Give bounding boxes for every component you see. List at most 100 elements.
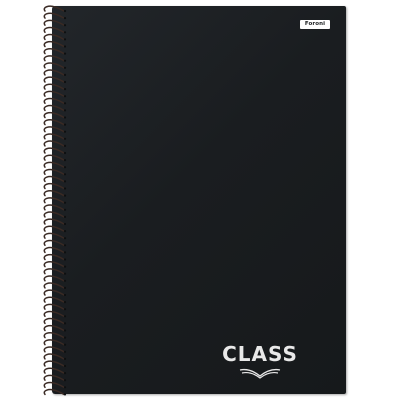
spiral-coil: [43, 133, 65, 140]
spiral-coil: [43, 19, 65, 26]
binding-hole: [63, 88, 67, 91]
binding-hole: [63, 350, 67, 353]
spiral-coil: [43, 154, 65, 161]
binding-hole: [63, 31, 67, 34]
spiral-coil: [43, 296, 65, 303]
binding-hole: [63, 379, 67, 382]
spiral-coil: [43, 324, 65, 332]
binding-hole: [63, 144, 67, 147]
binding-hole: [63, 336, 67, 339]
spiral-coil: [43, 190, 65, 197]
binding-hole: [63, 180, 67, 183]
spiral-coil: [43, 374, 65, 381]
spiral-coil: [43, 268, 65, 275]
open-book-icon: [239, 368, 281, 379]
spiral-coil: [43, 161, 65, 168]
spiral-coil: [43, 239, 65, 247]
spiral-coil: [43, 90, 65, 97]
binding-hole: [63, 102, 67, 105]
notebook-cover: Foroni: [52, 6, 346, 394]
spiral-coil: [43, 104, 65, 112]
spiral-coil: [43, 261, 65, 268]
spiral-coil: [43, 381, 65, 389]
spiral-coil: [43, 339, 65, 346]
spiral-coil: [43, 332, 65, 339]
spiral-coil: [43, 367, 65, 374]
binding-hole: [63, 38, 67, 41]
spiral-coil: [43, 360, 65, 367]
binding-hole: [63, 116, 67, 119]
spiral-coil: [43, 97, 65, 105]
binding-hole: [63, 393, 67, 396]
binding-hole: [63, 173, 67, 176]
spiral-coil: [43, 182, 65, 190]
binding-hole: [63, 286, 67, 289]
spiral-coil: [43, 40, 65, 48]
binding-hole: [63, 265, 67, 268]
spiral-coil: [43, 83, 65, 90]
binding-hole: [63, 59, 67, 62]
binding-hole: [63, 222, 67, 226]
spiral-coil: [43, 225, 65, 232]
spiral-coil: [43, 353, 65, 360]
spiral-coil: [43, 140, 65, 147]
binding-hole: [63, 208, 67, 211]
spiral-coil: [43, 388, 65, 396]
spiral-coil: [43, 310, 65, 318]
spiral-coil: [43, 303, 65, 310]
spiral-binding: [43, 5, 67, 396]
binding-hole: [63, 201, 67, 204]
binding-hole: [63, 24, 67, 27]
binding-hole: [63, 66, 67, 69]
cover-title: CLASS: [222, 342, 298, 366]
spiral-coil: [43, 147, 65, 154]
binding-hole: [63, 272, 67, 275]
binding-hole: [63, 357, 67, 360]
binding-hole: [63, 364, 67, 368]
spiral-coil: [43, 119, 65, 126]
spiral-coil: [43, 126, 65, 133]
binding-hole: [63, 301, 67, 304]
binding-hole: [63, 343, 67, 346]
binding-hole: [63, 80, 67, 84]
binding-hole: [63, 166, 67, 169]
spiral-coil: [43, 246, 65, 254]
binding-hole: [63, 215, 67, 218]
binding-hole: [63, 187, 67, 190]
spiral-coil: [43, 232, 65, 239]
brand-logo: Foroni: [300, 20, 330, 29]
binding-hole: [63, 52, 67, 55]
binding-hole: [63, 251, 67, 254]
spiral-coil: [43, 76, 65, 83]
binding-hole: [63, 279, 67, 282]
spiral-coil: [43, 62, 65, 69]
binding-hole: [63, 73, 67, 76]
spiral-coil: [43, 12, 65, 19]
spiral-coil: [43, 48, 65, 55]
binding-hole: [63, 329, 67, 332]
spiral-coil: [43, 204, 65, 211]
spiral-coil: [43, 33, 65, 41]
spiral-coil: [43, 168, 65, 176]
binding-hole: [63, 137, 67, 140]
binding-hole: [63, 159, 67, 162]
spiral-coil: [43, 55, 65, 62]
binding-hole: [63, 244, 67, 247]
spiral-coil: [43, 346, 65, 353]
spiral-coil: [43, 5, 65, 12]
binding-hole: [63, 293, 67, 297]
binding-hole: [63, 322, 67, 325]
product-image: Foroni CLASS: [0, 0, 400, 400]
binding-hole: [63, 194, 67, 197]
binding-hole: [63, 372, 67, 375]
spiral-coil: [43, 275, 65, 282]
spiral-coil: [43, 282, 65, 289]
spiral-coil: [43, 26, 65, 34]
spiral-coil: [43, 175, 65, 183]
binding-hole: [63, 315, 67, 318]
spiral-coil: [43, 218, 65, 225]
binding-hole: [63, 151, 67, 155]
binding-hole: [63, 237, 67, 240]
binding-hole: [63, 308, 67, 311]
spiral-coil: [43, 69, 65, 76]
